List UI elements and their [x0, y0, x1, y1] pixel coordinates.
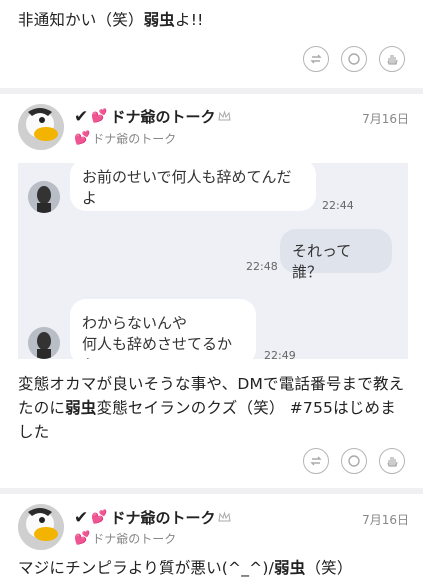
duck-avatar-icon	[18, 104, 64, 150]
comment-icon	[348, 53, 360, 65]
heart-icon: 💕	[91, 510, 108, 525]
attached-image[interactable]: お前のせいで何人も辞めてんだよ 22:44 22:48 それって誰？ わからない…	[18, 163, 408, 359]
heart-icon: 💕	[91, 109, 108, 124]
chat-avatar	[28, 327, 60, 359]
check-icon: ✔	[74, 507, 89, 528]
post-actions	[303, 448, 405, 474]
duck-avatar-icon	[18, 504, 64, 550]
hand-wave-icon	[387, 457, 398, 467]
comment-icon	[348, 455, 360, 467]
chat-message-self: それって誰？	[280, 229, 392, 281]
user-handle: 💕 ドナ爺のトーク	[74, 531, 177, 546]
hand-wave-button[interactable]	[379, 46, 405, 72]
avatar[interactable]	[18, 504, 64, 550]
post-text: 変態オカマが良いそうな事や、DMで電話番号まで教えたのに弱虫変態セイランのクズ（…	[18, 375, 405, 441]
chat-time: 22:44	[322, 199, 354, 212]
post-text: 非通知かい（笑）弱虫よ!!	[18, 11, 204, 29]
check-icon: ✔	[74, 106, 89, 127]
post-text: マジにチンピラより質が悪い(^_^)/弱虫（笑）	[18, 559, 353, 577]
repost-button[interactable]	[303, 448, 329, 474]
user-name[interactable]: ✔ 💕 ドナ爺のトーク	[74, 507, 232, 528]
repost-button[interactable]	[303, 46, 329, 72]
hand-wave-button[interactable]	[379, 448, 405, 474]
chat-message: お前のせいで何人も辞めてんだよ	[70, 163, 316, 211]
avatar[interactable]	[18, 104, 64, 150]
hand-wave-icon	[387, 55, 398, 65]
comment-button[interactable]	[341, 448, 367, 474]
chat-time: 22:48	[246, 260, 278, 273]
person-icon	[28, 327, 60, 359]
comment-button[interactable]	[341, 46, 367, 72]
chat-time: 22:49	[264, 349, 296, 359]
repost-icon	[310, 456, 322, 466]
user-name[interactable]: ✔ 💕 ドナ爺のトーク	[74, 106, 232, 127]
post-1: 非通知かい（笑）弱虫よ!!	[0, 0, 423, 90]
repost-icon	[310, 54, 322, 64]
post-date: 7月16日	[362, 112, 409, 126]
person-icon	[28, 181, 60, 213]
post-actions	[303, 46, 405, 72]
crown-icon	[218, 511, 232, 522]
heart-icon: 💕	[74, 131, 91, 146]
heart-icon: 💕	[74, 531, 91, 546]
chat-message: わからないんや 何人も辞めさせてるから	[70, 299, 256, 359]
chat-avatar	[28, 181, 60, 213]
user-handle: 💕 ドナ爺のトーク	[74, 131, 177, 146]
post-date: 7月16日	[362, 513, 409, 527]
crown-icon	[218, 110, 232, 121]
